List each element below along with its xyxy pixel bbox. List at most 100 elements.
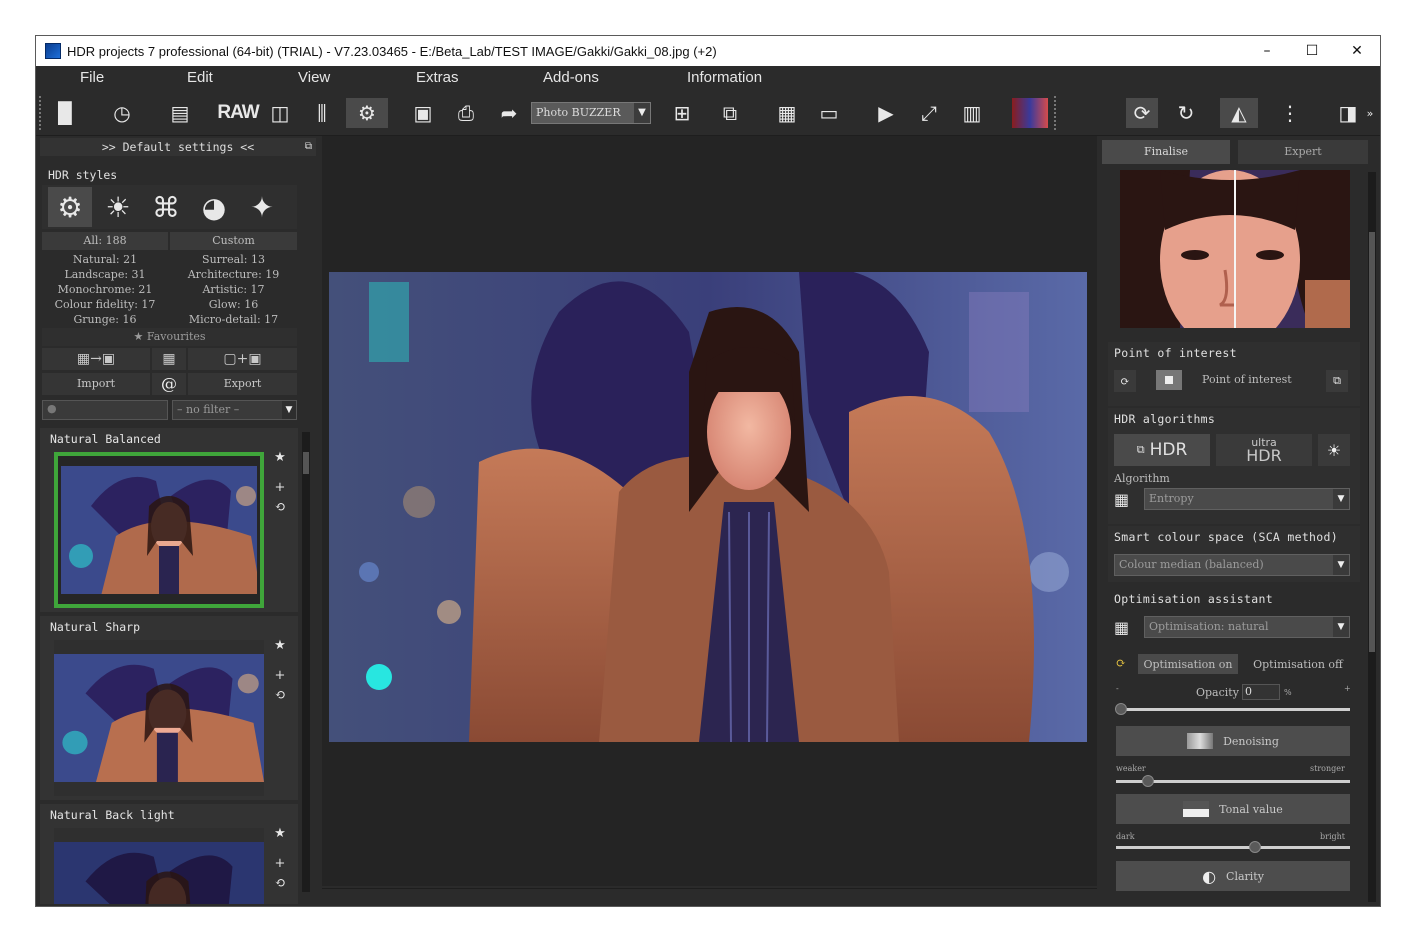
sca-select[interactable]: Colour median (balanced) ▼ [1114,554,1350,576]
camera-style-icon[interactable]: ⌘ [144,187,188,227]
batch-processing-icon[interactable]: ⚙ [346,98,388,128]
preset-thumbnail[interactable] [54,828,264,904]
resize-icon[interactable]: ⤢ [913,98,945,128]
sparkle-style-icon[interactable]: ✦ [240,187,284,227]
category-surreal[interactable]: Surreal: 13 [170,252,297,267]
lightbulb-icon[interactable]: ☀ [1318,434,1350,466]
close-button[interactable]: ✕ [1334,36,1380,66]
category-colour-fidelity[interactable]: Colour fidelity: 17 [42,297,168,312]
refresh-preset-icon[interactable]: ⟲ [270,876,290,891]
category-monochrome[interactable]: Monochrome: 21 [42,282,168,297]
history-icon[interactable]: ◷ [106,98,138,128]
preset-thumbnail[interactable] [54,640,264,796]
save-icon[interactable]: ▣ [407,98,439,128]
refresh-preset-icon[interactable]: ⟲ [270,688,290,703]
category-landscape[interactable]: Landscape: 31 [42,267,168,282]
category-architecture[interactable]: Architecture: 19 [170,267,297,282]
auto-update-icon[interactable]: ⟳ [1126,98,1158,128]
add-preset-icon[interactable]: + [270,856,290,871]
raw-button[interactable]: RAW [217,98,259,128]
optimisation-select[interactable]: Optimisation: natural ▼ [1144,616,1350,638]
preset-grid-icon[interactable]: ▦ [152,348,186,370]
tab-expert[interactable]: Expert [1238,140,1368,164]
category-micro-detail[interactable]: Micro-detail: 17 [170,312,297,327]
layout-menu-icon[interactable]: ⊞ [666,98,698,128]
opacity-input[interactable]: 0 [1242,684,1280,700]
tonal-slider-knob[interactable] [1249,841,1261,853]
copy-poi-icon[interactable]: ⧉ [1326,370,1348,392]
default-settings-header[interactable]: >> Default settings << ⧉ [40,138,316,156]
algorithm-select[interactable]: Entropy ▼ [1144,488,1350,510]
histogram-icon[interactable] [1012,98,1048,128]
menu-file[interactable]: File [80,69,104,86]
before-after-preview[interactable] [1120,170,1350,328]
tonal-value-button[interactable]: Tonal value [1116,794,1350,824]
menu-edit[interactable]: Edit [187,69,213,86]
brightness-style-icon[interactable]: ☀ [96,187,140,227]
info-panel-icon[interactable]: ▥ [956,98,988,128]
menu-add-ons[interactable]: Add-ons [543,69,599,86]
opacity-slider-knob[interactable] [1115,703,1127,715]
category-artistic[interactable]: Artistic: 17 [170,282,297,297]
open-series-icon[interactable]: ▤ [164,98,196,128]
maximize-button[interactable]: ☐ [1289,36,1335,66]
denoising-slider[interactable] [1116,775,1350,787]
hdr-mode-button[interactable]: ⧉ HDR [1114,434,1210,466]
filmstrip-icon[interactable]: ▭ [813,98,845,128]
preset-search-input[interactable]: ● [42,400,168,420]
canvas-horizontal-scrollbar[interactable] [322,888,1097,906]
alignment-tools-icon[interactable]: ⫼ [306,98,338,128]
export-presets-icon[interactable]: ▢+▣ [188,348,297,370]
scrollbar-thumb[interactable] [303,452,309,474]
preset-list-scrollbar[interactable] [302,432,310,892]
split-view-icon[interactable]: ◭ [1220,98,1258,128]
add-preset-icon[interactable]: + [270,480,290,495]
refresh-preset-icon[interactable]: ⟲ [270,500,290,515]
opacity-slider[interactable] [1115,703,1350,715]
category-natural[interactable]: Natural: 21 [42,252,168,267]
category-glow[interactable]: Glow: 16 [170,297,297,312]
redo-icon[interactable]: ↻ [1170,98,1202,128]
clarity-button[interactable]: ◐ Clarity [1116,861,1350,891]
toolbar-overflow-icon[interactable]: » [1362,98,1378,128]
export-button[interactable]: Export [188,373,297,395]
tonal-value-slider[interactable] [1116,841,1350,853]
minimize-button[interactable]: – [1244,36,1290,66]
preset-card[interactable]: Natural Balanced ★ + ⟲ [40,428,298,612]
panel-toggle-icon[interactable]: ◨ [1332,98,1364,128]
favourites-button[interactable]: ★ Favourites [42,328,297,346]
optimisation-off-button[interactable]: Optimisation off [1246,654,1350,674]
favourite-star-icon[interactable]: ★ [270,826,290,841]
poi-frame-icon[interactable] [1156,370,1182,390]
play-slideshow-icon[interactable]: ▶ [870,98,902,128]
email-icon[interactable]: @ [152,373,186,395]
menu-information[interactable]: Information [687,69,762,86]
reset-poi-icon[interactable]: ⟳ [1114,370,1136,392]
denoising-slider-knob[interactable] [1142,775,1154,787]
main-preview-image[interactable] [329,272,1087,742]
more-options-icon[interactable]: ⋮ [1274,98,1306,128]
optimisation-on-button[interactable]: Optimisation on [1138,654,1238,674]
preset-card[interactable]: Natural Back light ★ + ⟲ [40,804,298,904]
category-all[interactable]: All: 188 [42,232,168,250]
menu-extras[interactable]: Extras [416,69,459,86]
category-custom[interactable]: Custom [170,232,297,250]
point-of-interest-button[interactable]: Point of interest [1202,373,1292,386]
print-icon[interactable]: ⎙ [450,98,482,128]
new-project-icon[interactable]: ▉ [50,98,82,128]
favourite-star-icon[interactable]: ★ [270,638,290,653]
gallery-icon[interactable]: ◫ [264,98,296,128]
ultra-hdr-button[interactable]: ultra HDR [1216,434,1312,466]
output-preset-select[interactable]: Photo BUZZER ▼ [531,102,651,124]
preset-filter-select[interactable]: – no filter – ▼ [172,400,297,420]
preset-thumbnail[interactable] [54,452,264,608]
pin-icon[interactable]: ⧉ [305,138,312,156]
export-document-icon[interactable]: ▦ [771,98,803,128]
favourite-star-icon[interactable]: ★ [270,450,290,465]
import-button[interactable]: Import [42,373,150,395]
import-presets-icon[interactable]: ▦→▣ [42,348,150,370]
split-divider[interactable] [1234,170,1236,328]
category-grunge[interactable]: Grunge: 16 [42,312,168,327]
natural-style-icon[interactable]: ⚙ [48,187,92,227]
copy-settings-icon[interactable]: ⧉ [714,98,746,128]
